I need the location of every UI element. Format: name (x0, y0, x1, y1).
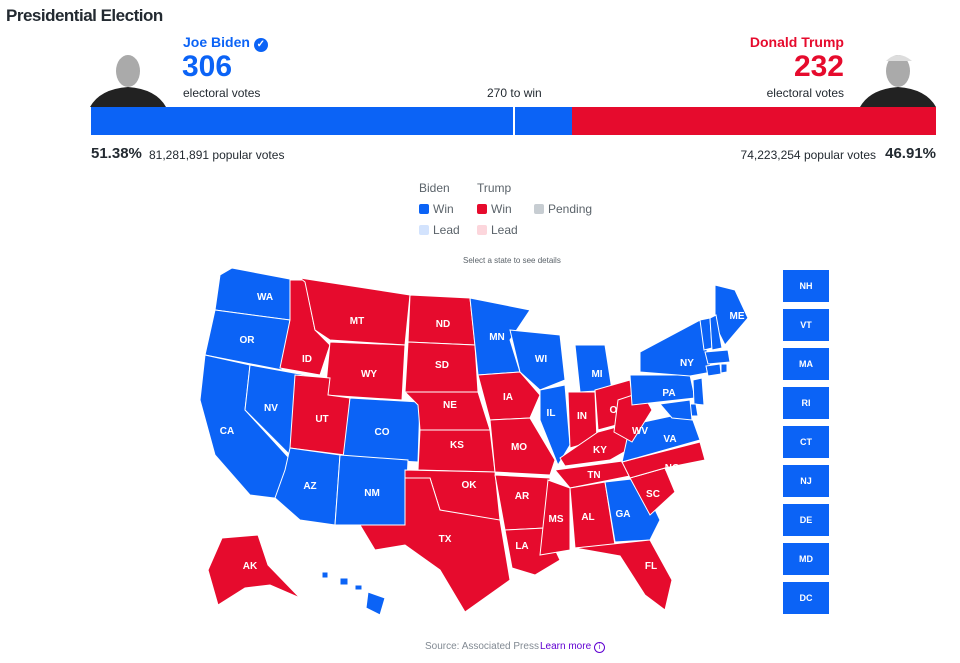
state-label-ca: CA (220, 426, 234, 437)
state-label-ut: UT (315, 414, 328, 425)
state-label-sd: SD (435, 360, 449, 371)
state-hi[interactable] (365, 591, 386, 616)
state-label-mo: MO (511, 442, 527, 453)
state-label-tx: TX (439, 534, 452, 545)
state-label-me: ME (730, 311, 745, 322)
state-ri[interactable] (720, 363, 728, 374)
state-button-nh[interactable]: NH (783, 270, 829, 302)
state-label-mt: MT (350, 316, 364, 327)
state-label-mi: MI (591, 369, 602, 380)
info-icon: i (593, 642, 605, 653)
state-button-nj[interactable]: NJ (783, 465, 829, 497)
state-label-mn: MN (489, 332, 505, 343)
state-label-wv: WV (632, 426, 648, 437)
state-ma[interactable] (704, 349, 731, 365)
state-label-az: AZ (303, 481, 316, 492)
state-label-pa: PA (662, 388, 675, 399)
state-label-nc: NC (665, 463, 679, 474)
state-label-al: AL (581, 512, 594, 523)
state-label-id: ID (302, 354, 312, 365)
state-label-ne: NE (443, 400, 457, 411)
state-label-nm: NM (364, 488, 380, 499)
state-label-ny: NY (680, 358, 694, 369)
state-button-md[interactable]: MD (783, 543, 829, 575)
state-button-ri[interactable]: RI (783, 387, 829, 419)
state-label-hi: HI (344, 600, 354, 611)
state-label-la: LA (515, 541, 528, 552)
state-label-sc: SC (646, 489, 660, 500)
state-label-ks: KS (450, 440, 464, 451)
learn-more-link[interactable]: Learn more i (540, 641, 605, 653)
state-button-dc[interactable]: DC (783, 582, 829, 614)
state-ks[interactable] (417, 429, 496, 473)
state-ct[interactable] (705, 363, 722, 377)
state-label-in: IN (577, 411, 587, 422)
state-fl[interactable] (574, 539, 673, 611)
state-hi[interactable] (321, 571, 329, 579)
state-label-ga: GA (616, 509, 631, 520)
state-label-ky: KY (593, 445, 607, 456)
state-label-ar: AR (515, 491, 530, 502)
state-label-wy: WY (361, 369, 377, 380)
state-button-vt[interactable]: VT (783, 309, 829, 341)
state-label-ms: MS (549, 514, 564, 525)
state-label-co: CO (375, 427, 390, 438)
source-text: Source: Associated Press (425, 641, 539, 652)
state-label-tn: TN (587, 470, 600, 481)
state-label-nv: NV (264, 403, 278, 414)
state-label-or: OR (240, 335, 256, 346)
state-label-nd: ND (436, 319, 450, 330)
state-label-ia: IA (503, 392, 513, 403)
state-label-wa: WA (257, 292, 273, 303)
state-label-ok: OK (462, 480, 478, 491)
state-label-va: VA (663, 434, 676, 445)
state-button-ma[interactable]: MA (783, 348, 829, 380)
state-label-il: IL (547, 408, 556, 419)
state-hi[interactable] (354, 584, 363, 591)
state-button-de[interactable]: DE (783, 504, 829, 536)
state-label-fl: FL (645, 561, 657, 572)
state-hi[interactable] (339, 577, 349, 586)
state-button-ct[interactable]: CT (783, 426, 829, 458)
state-nj[interactable] (692, 377, 705, 406)
state-label-ak: AK (243, 561, 258, 572)
state-ar[interactable] (494, 474, 551, 531)
state-label-wi: WI (535, 354, 547, 365)
